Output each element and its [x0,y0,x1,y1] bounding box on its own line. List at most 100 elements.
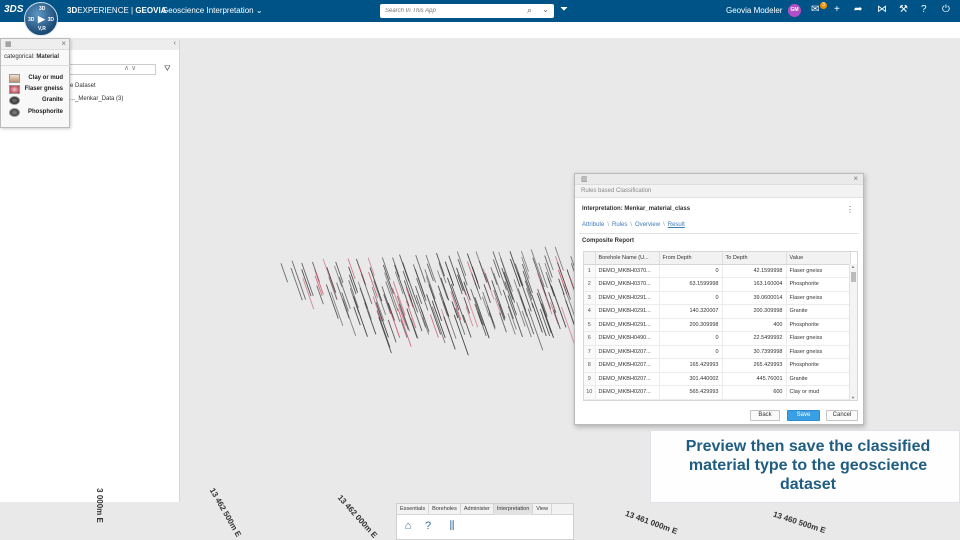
borehole-trace [414,269,426,298]
from-depth-cell: 0 [659,291,723,305]
column-header [584,252,596,265]
table-row[interactable]: 6 DEMO_MKBH0490... 0 22.5499992 Flaser gneis… [584,331,851,346]
legend-icon: ▦ [5,41,12,48]
tab-essentials[interactable]: Essentials [397,504,430,515]
to-depth-cell: 600 [722,385,787,400]
borehole-trace [358,265,367,286]
tab-administer[interactable]: Administer [461,504,494,515]
breadcrumb-result[interactable]: Result [668,222,685,228]
row-index: 9 [584,372,596,386]
axis-label: 3 000m E [94,488,104,523]
report-table: Borehole Name (U... From Depth To Depth … [584,252,851,400]
breadcrumb-overview[interactable]: Overview [635,222,660,228]
borehole-tool-icon[interactable]: ⫼ [444,518,460,534]
notifications-icon[interactable]: ✉ [811,4,819,15]
legend-item: Flaser gneiss [9,85,69,94]
table-row[interactable]: 7 DEMO_MKBH0207... 0 30.7399998 Flaser gneis… [584,345,851,359]
3ds-logo-icon: 3DS [4,4,24,15]
borehole-trace [353,306,361,326]
back-button[interactable]: Back [750,410,780,421]
classification-dialog: ▥ × Rules based Classification Interpret… [574,173,864,425]
legend-popup: ▦ × categorical: Material Clay or mud Fl… [0,38,71,128]
to-depth-cell: 42.1599998 [722,264,787,278]
column-header[interactable]: Value [786,252,851,265]
borehole-trace [375,302,389,338]
search-dropdown-icon[interactable]: ⌄ [542,5,549,14]
borehole-trace [376,310,391,348]
brand-main: EXPERIENCE | [77,6,136,15]
borehole-trace [471,266,479,283]
to-depth-cell: 22.5499992 [722,331,787,346]
tag-icon[interactable]: ⏷ [560,4,568,15]
table-row[interactable]: 8 DEMO_MKBH0207... 165.429993 265.429993 Pho… [584,358,851,373]
add-icon[interactable]: + [834,4,840,15]
tree-item[interactable]: ..._Menkar_Data (3) [70,96,123,102]
search-input[interactable] [380,4,510,18]
save-button[interactable]: Save [787,410,820,421]
report-title: Composite Report [582,238,635,244]
table-row[interactable]: 10 DEMO_MKBH0207... 565.429993 600 Clay or m… [584,385,851,400]
search-box[interactable]: ⌕ ⌄ [380,4,554,18]
tab-boreholes[interactable]: Boreholes [429,504,461,515]
filter-icon[interactable]: ⛛ [164,64,171,74]
table-row[interactable]: 3 DEMO_MKBH0291... 0 39.0600014 Flaser gneis… [584,291,851,305]
table-row[interactable]: 4 DEMO_MKBH0291... 140.320007 200.309998 Gra… [584,304,851,319]
network-icon[interactable]: ⋈ [877,4,887,15]
close-icon[interactable]: × [61,39,66,48]
value-cell: Flaser gneiss [786,264,851,278]
tools-icon[interactable]: ⚒ [899,4,908,15]
borehole-trace [541,303,554,338]
legend-swatch [9,96,20,105]
value-cell: Flaser gneiss [786,345,851,359]
value-cell: Flaser gneiss [786,331,851,346]
tree-filter-input[interactable]: ... [62,64,156,75]
table-row[interactable]: 1 DEMO_MKBH0370... 0 42.1599998 Flaser gneis… [584,264,851,278]
share-icon[interactable]: ➦ [854,4,862,15]
breadcrumb-attribute[interactable]: Attribute [582,222,604,228]
table-row[interactable]: 5 DEMO_MKBH0291... 200.309998 400 Phosphorit… [584,318,851,332]
top-bar: 3DS 3DEXPERIENCE | GEOVIA Geoscience Int… [0,0,960,22]
help-icon[interactable]: ? [921,4,927,15]
avatar[interactable]: GM [788,4,801,17]
home-icon[interactable]: ⌂ [400,518,416,534]
app-title-dropdown[interactable]: Geoscience Interpretation ⌄ [162,6,263,15]
column-header[interactable]: To Depth [722,252,787,265]
table-row[interactable]: 2 DEMO_MKBH0370... 63.1599998 163.160004 Pho… [584,277,851,292]
legend-label: Granite [41,97,63,103]
user-name[interactable]: Geovia Modeler [726,6,782,15]
more-options-icon[interactable]: ⋮ [846,205,854,214]
interpretation-key: Interpretation: [582,206,623,212]
borehole-trace [330,291,344,326]
breadcrumb-rules[interactable]: Rules [612,222,627,228]
table-scrollbar[interactable]: ▲ ▼ [849,264,857,400]
borehole-trace [280,263,289,283]
to-depth-cell: 265.429993 [722,358,787,373]
cancel-button[interactable]: Cancel [826,410,858,421]
borehole-trace [520,250,529,272]
borehole-name-cell: DEMO_MKBH0207... [595,358,660,373]
help-icon[interactable]: ? [420,518,436,534]
close-icon[interactable]: × [853,174,858,183]
column-header[interactable]: From Depth [659,252,723,265]
dialog-titlebar[interactable]: ▥ × [575,174,863,185]
play-icon[interactable]: ▶ [38,14,45,25]
tab-view[interactable]: View [533,504,553,515]
value-cell: Granite [786,372,851,386]
table-row[interactable]: 9 DEMO_MKBH0207... 301.440002 445.76001 Gran… [584,372,851,386]
collapse-panel-icon[interactable]: ‹ [174,40,176,47]
scrollbar-thumb[interactable] [851,272,856,282]
tree-nav-arrows-icon[interactable]: ∧ ∨ [124,64,136,72]
row-index: 8 [584,358,596,373]
borehole-trace [325,284,339,319]
column-header[interactable]: Borehole Name (U... [595,252,660,265]
compass-left: 3D [28,17,35,23]
legend-item: Clay or mud [9,74,69,83]
borehole-name-cell: DEMO_MKBH0291... [595,304,660,319]
power-icon[interactable]: ⏻ [942,4,950,15]
scroll-down-icon[interactable]: ▼ [851,395,855,400]
borehole-trace [431,300,446,339]
scroll-up-icon[interactable]: ▲ [851,264,855,269]
search-icon[interactable]: ⌕ [527,5,532,16]
tab-interpretation[interactable]: Interpretation [493,504,534,515]
compass-icon[interactable]: 3D 3D 3D ▶ V,R [24,2,58,36]
